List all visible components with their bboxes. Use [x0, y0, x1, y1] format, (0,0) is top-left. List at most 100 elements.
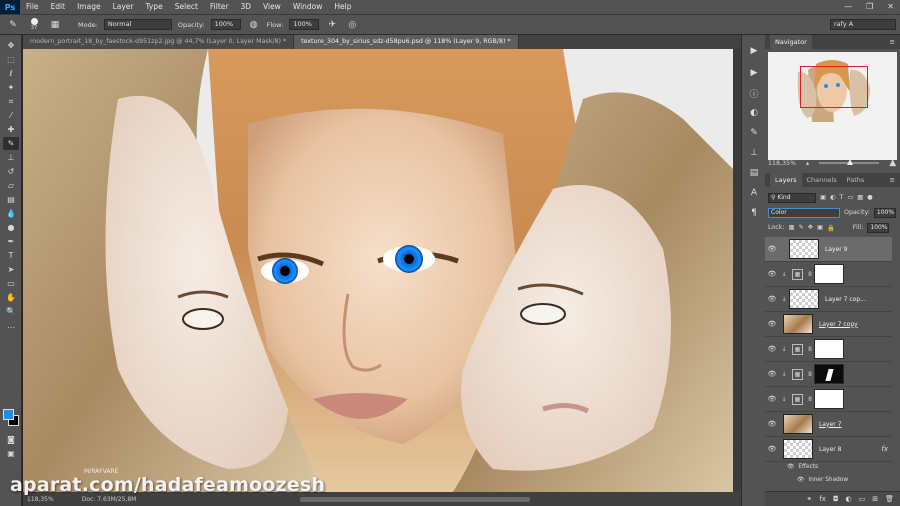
vertical-scrollbar[interactable] — [733, 49, 741, 492]
lock-pixels-icon[interactable]: ✎ — [798, 224, 803, 231]
maximize-button[interactable]: ❐ — [866, 0, 873, 14]
new-adjustment-icon[interactable]: ◐ — [846, 495, 852, 503]
mode-select[interactable]: Normal — [103, 19, 172, 30]
menu-view[interactable]: View — [257, 0, 287, 14]
opacity-field[interactable]: 100% — [210, 19, 241, 30]
minimize-button[interactable]: — — [844, 0, 852, 14]
layers-menu-icon[interactable]: ≡ — [890, 176, 895, 184]
history-brush-tool-icon[interactable]: ↺ — [3, 165, 19, 178]
clone-stamp-tool-icon[interactable]: ⊥ — [3, 151, 19, 164]
color-swatches[interactable] — [3, 409, 19, 427]
menu-file[interactable]: File — [20, 0, 45, 14]
clone-source-icon[interactable]: ⊥ — [748, 147, 760, 159]
layer-row[interactable]: 👁 ↓ Layer 7 cop... — [765, 287, 892, 312]
history-icon[interactable]: ▶ — [748, 45, 760, 57]
layer-kind-filter[interactable]: ⚲ Kind — [768, 192, 816, 203]
new-layer-icon[interactable]: ⊞ — [872, 495, 878, 503]
lasso-tool-icon[interactable]: ℓ — [3, 67, 19, 80]
zoom-tool-icon[interactable]: 🔍 — [3, 305, 19, 318]
layer-row[interactable]: 👁 Layer 7 copy — [765, 312, 892, 337]
inner-shadow-row[interactable]: 👁 Inner Shadow — [797, 477, 848, 483]
brush-tool-icon[interactable]: ✎ — [3, 137, 19, 150]
actions-icon[interactable]: ▶ — [748, 67, 760, 79]
add-mask-icon[interactable]: ◘ — [833, 495, 839, 503]
visibility-eye-icon[interactable]: 👁 — [765, 295, 779, 303]
healing-tool-icon[interactable]: ✚ — [3, 123, 19, 136]
layer-effects-icon[interactable]: fx — [881, 445, 888, 453]
layer-row[interactable]: 👁 ↓ ▦ 8 — [765, 387, 892, 412]
adjustments-icon[interactable]: ◐ — [748, 107, 760, 119]
filter-type-icon[interactable]: T — [839, 194, 843, 201]
close-button[interactable]: ✕ — [887, 0, 894, 14]
layer-mask-thumbnail[interactable] — [814, 389, 844, 409]
zoom-in-icon[interactable]: ▲ — [889, 158, 896, 168]
navigator-preview[interactable] — [768, 52, 897, 160]
path-select-tool-icon[interactable]: ➤ — [3, 263, 19, 276]
navigator-tab[interactable]: Navigator — [770, 35, 812, 49]
shape-tool-icon[interactable]: ▭ — [3, 277, 19, 290]
gradient-tool-icon[interactable]: ▤ — [3, 193, 19, 206]
crop-tool-icon[interactable]: ⌗ — [3, 95, 19, 108]
visibility-eye-icon[interactable]: 👁 — [765, 395, 779, 403]
hand-tool-icon[interactable]: ✋ — [3, 291, 19, 304]
channels-tab[interactable]: Channels — [802, 173, 842, 187]
move-tool-icon[interactable]: ✥ — [3, 39, 19, 52]
visibility-eye-icon[interactable]: 👁 — [765, 245, 779, 253]
brush-settings-icon[interactable]: ✎ — [748, 127, 760, 139]
layer-row[interactable]: 👁 Layer 8 fx — [765, 437, 892, 462]
layer-name[interactable]: Layer 7 cop... — [825, 296, 866, 303]
visibility-eye-icon[interactable]: 👁 — [765, 370, 779, 378]
filter-adjust-icon[interactable]: ◐ — [830, 194, 836, 201]
foreground-color-swatch[interactable] — [3, 409, 14, 420]
lock-artboard-icon[interactable]: ▣ — [817, 224, 823, 231]
blur-tool-icon[interactable]: 💧 — [3, 207, 19, 220]
pen-tool-icon[interactable]: ✒ — [3, 235, 19, 248]
delete-layer-icon[interactable]: 🗑 — [885, 495, 894, 503]
navigator-view-box[interactable] — [800, 66, 868, 108]
layer-name[interactable]: Layer 7 copy — [819, 321, 858, 328]
character-icon[interactable]: A — [748, 187, 760, 199]
filter-toggle-icon[interactable]: ● — [867, 194, 873, 201]
link-chain-icon[interactable]: 8 — [806, 346, 814, 353]
airbrush-icon[interactable]: ✈ — [325, 18, 339, 32]
link-chain-icon[interactable]: 8 — [806, 271, 814, 278]
visibility-eye-icon[interactable]: 👁 — [765, 320, 779, 328]
document-tab-portrait[interactable]: modern_portrait_18_by_faestock-d951zp2.j… — [23, 35, 295, 49]
workspace-select[interactable]: rafy A — [830, 19, 896, 30]
eraser-tool-icon[interactable]: ▱ — [3, 179, 19, 192]
blend-mode-select[interactable]: Color — [768, 207, 840, 218]
fill-field[interactable]: 100% — [867, 222, 890, 233]
link-chain-icon[interactable]: 8 — [806, 396, 814, 403]
layers-tab[interactable]: Layers — [770, 173, 802, 187]
visibility-eye-icon[interactable]: 👁 — [765, 420, 779, 428]
menu-type[interactable]: Type — [140, 0, 169, 14]
horizontal-scrollbar[interactable] — [300, 497, 530, 502]
effects-row[interactable]: 👁 Effects — [787, 464, 818, 470]
layer-mask-thumbnail[interactable] — [814, 339, 844, 359]
link-layers-icon[interactable]: ⚭ — [806, 495, 812, 503]
brush-preset-picker[interactable]: 37 — [26, 18, 42, 31]
layer-mask-thumbnail[interactable] — [814, 364, 844, 384]
more-tools-icon[interactable]: ⋯ — [3, 321, 19, 334]
panel-menu-icon[interactable]: ≡ — [890, 38, 895, 46]
info-icon[interactable]: ⓘ — [748, 87, 760, 100]
menu-layer[interactable]: Layer — [107, 0, 140, 14]
status-zoom[interactable]: 118,35% — [27, 496, 54, 503]
menu-edit[interactable]: Edit — [45, 0, 72, 14]
filter-pixel-icon[interactable]: ▣ — [820, 194, 826, 201]
pressure-opacity-icon[interactable]: ◍ — [247, 18, 261, 32]
visibility-eye-icon[interactable]: 👁 — [797, 477, 804, 483]
layer-row[interactable]: 👁 ↓ ▦ 8 — [765, 362, 892, 387]
layer-name[interactable]: Layer 7 — [819, 421, 841, 428]
menu-3d[interactable]: 3D — [234, 0, 257, 14]
lock-transparent-icon[interactable]: ▦ — [788, 224, 794, 231]
lock-all-icon[interactable]: 🔒 — [827, 224, 835, 232]
link-chain-icon[interactable]: 8 — [806, 371, 814, 378]
menu-filter[interactable]: Filter — [204, 0, 235, 14]
layer-name[interactable]: Layer 9 — [825, 246, 847, 253]
brush-panel-icon[interactable]: ▦ — [48, 18, 62, 32]
layer-name[interactable]: Layer 8 — [819, 446, 841, 453]
zoom-slider-handle[interactable] — [847, 159, 854, 165]
menu-window[interactable]: Window — [287, 0, 329, 14]
flow-field[interactable]: 100% — [289, 19, 320, 30]
